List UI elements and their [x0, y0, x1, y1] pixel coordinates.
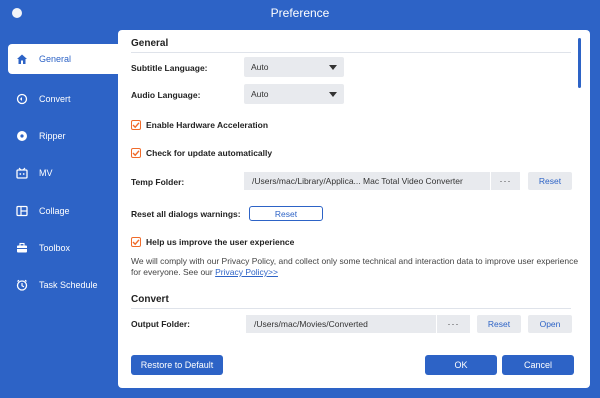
- output-folder-browse-button[interactable]: ···: [436, 315, 470, 333]
- checkmark-icon: [132, 122, 140, 129]
- temp-folder-field[interactable]: /Users/mac/Library/Applica... Mac Total …: [244, 172, 490, 190]
- update-row: Check for update automatically: [131, 148, 272, 158]
- checkmark-icon: [132, 239, 140, 246]
- sidebar-item-label: Task Schedule: [39, 280, 98, 290]
- sidebar-item-label: Ripper: [39, 131, 66, 141]
- sidebar-item-collage[interactable]: Collage: [8, 196, 118, 226]
- subtitle-language-value: Auto: [251, 62, 269, 72]
- disc-icon: [15, 129, 29, 143]
- hw-accel-row: Enable Hardware Acceleration: [131, 120, 268, 130]
- sidebar-item-label: General: [39, 54, 72, 64]
- home-icon: [15, 52, 29, 66]
- section-title-convert: Convert: [131, 294, 169, 305]
- sidebar-item-convert[interactable]: Convert: [8, 84, 118, 114]
- divider: [131, 308, 571, 309]
- update-label: Check for update automatically: [146, 148, 273, 158]
- privacy-policy-link[interactable]: Privacy Policy>>: [215, 267, 278, 277]
- sidebar-item-label: Convert: [39, 94, 71, 104]
- preferences-panel: General Subtitle Language: Auto Audio La…: [118, 30, 590, 388]
- convert-icon: [15, 92, 29, 106]
- improve-label: Help us improve the user experience: [146, 237, 295, 247]
- scrollbar[interactable]: [578, 38, 581, 88]
- toolbox-icon: [15, 241, 29, 255]
- output-folder-reset-button[interactable]: Reset: [477, 315, 521, 333]
- chevron-down-icon: [329, 92, 337, 97]
- sidebar-item-toolbox[interactable]: Toolbox: [8, 233, 118, 263]
- chevron-down-icon: [329, 65, 337, 70]
- sidebar-item-task-schedule[interactable]: Task Schedule: [8, 270, 118, 300]
- sidebar-item-label: Collage: [39, 206, 70, 216]
- output-folder-label: Output Folder:: [131, 319, 191, 329]
- collage-icon: [15, 204, 29, 218]
- temp-folder-browse-button[interactable]: ···: [490, 172, 520, 190]
- section-title-general: General: [131, 38, 169, 49]
- preference-window: Preference General Convert Ripper MV Col…: [0, 0, 600, 398]
- sidebar-item-label: Toolbox: [39, 243, 71, 253]
- window-title: Preference: [270, 6, 330, 20]
- reset-dialogs-button[interactable]: Reset: [249, 206, 323, 221]
- clock-icon: [15, 278, 29, 292]
- temp-folder-reset-button[interactable]: Reset: [528, 172, 572, 190]
- sidebar-item-label: MV: [39, 168, 53, 178]
- title-bar: Preference: [0, 0, 600, 26]
- update-checkbox[interactable]: [131, 148, 141, 158]
- temp-folder-label: Temp Folder:: [131, 177, 185, 187]
- checkmark-icon: [132, 150, 140, 157]
- audio-language-select[interactable]: Auto: [244, 84, 344, 104]
- subtitle-language-select[interactable]: Auto: [244, 57, 344, 77]
- ok-button[interactable]: OK: [425, 355, 497, 375]
- sidebar-item-general[interactable]: General: [8, 44, 118, 74]
- cancel-button[interactable]: Cancel: [502, 355, 574, 375]
- privacy-note: We will comply with our Privacy Policy, …: [131, 256, 579, 278]
- improve-row: Help us improve the user experience: [131, 237, 294, 247]
- hw-accel-label: Enable Hardware Acceleration: [146, 120, 269, 130]
- sidebar-item-mv[interactable]: MV: [8, 158, 118, 188]
- output-folder-open-button[interactable]: Open: [528, 315, 572, 333]
- mv-icon: [15, 166, 29, 180]
- restore-default-button[interactable]: Restore to Default: [131, 355, 223, 375]
- privacy-note-text: We will comply with our Privacy Policy, …: [131, 256, 579, 277]
- audio-language-value: Auto: [251, 89, 269, 99]
- audio-language-label: Audio Language:: [131, 90, 201, 100]
- divider: [131, 52, 571, 53]
- hw-accel-checkbox[interactable]: [131, 120, 141, 130]
- subtitle-language-label: Subtitle Language:: [131, 63, 208, 73]
- improve-checkbox[interactable]: [131, 237, 141, 247]
- reset-dialogs-label: Reset all dialogs warnings:: [131, 209, 241, 219]
- sidebar-item-ripper[interactable]: Ripper: [8, 121, 118, 151]
- output-folder-field[interactable]: /Users/mac/Movies/Converted: [246, 315, 436, 333]
